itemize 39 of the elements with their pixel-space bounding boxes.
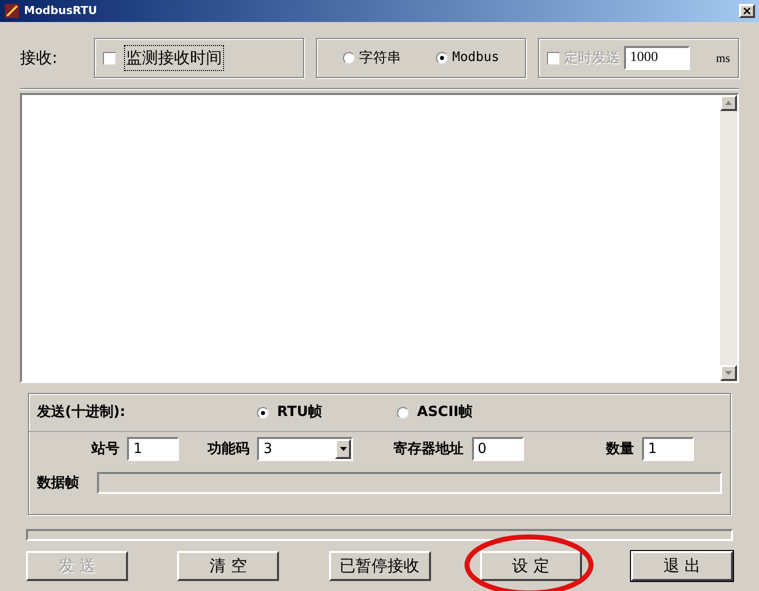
window-title: ModbusRTU [24, 2, 98, 19]
input-field[interactable]: 1 [642, 437, 694, 461]
radio-button[interactable] [436, 52, 448, 64]
radio-label: Modbus [452, 49, 500, 68]
down-arrow-icon [725, 371, 732, 375]
close-button[interactable] [739, 4, 755, 18]
action-button[interactable]: 设 定 [480, 551, 582, 581]
input-field[interactable]: 1 [127, 437, 180, 461]
function-code-dropdown[interactable]: 3 [257, 437, 354, 461]
receive-label: 接收: [20, 47, 58, 69]
data-frame-field[interactable] [97, 472, 722, 494]
radio-button[interactable] [257, 406, 269, 418]
checkbox[interactable] [103, 52, 116, 64]
scrollbar[interactable] [720, 95, 737, 381]
caret-icon [340, 447, 347, 451]
radio-button[interactable] [397, 406, 409, 418]
scroll-down-button[interactable] [720, 365, 737, 381]
field-label: 数量 [606, 440, 634, 458]
dropdown-value: 3 [262, 440, 274, 458]
radio-label: RTU帧 [277, 403, 322, 422]
dropdown-button[interactable] [335, 439, 352, 459]
send-label: 发送(十进制): [37, 403, 126, 422]
up-arrow-icon [725, 101, 732, 105]
action-button[interactable]: 退 出 [631, 551, 733, 581]
unit-label: ms [716, 50, 730, 67]
radio-button[interactable] [342, 52, 355, 64]
input-field[interactable]: 0 [472, 437, 524, 461]
action-button[interactable]: 已暂停接收 [328, 551, 430, 581]
radio-label: ASCII帧 [417, 403, 473, 422]
field-label: 功能码 [207, 440, 250, 458]
field-label: 寄存器地址 [394, 440, 464, 458]
checkbox-label: 监测接收时间 [124, 45, 224, 71]
close-icon [743, 7, 751, 15]
field-label: 站号 [91, 440, 120, 458]
app-icon [4, 3, 20, 19]
radio-label: 字符串 [358, 48, 401, 68]
data-frame-label: 数据帧 [37, 474, 80, 492]
action-button[interactable]: 清 空 [177, 551, 280, 581]
scroll-up-button[interactable] [720, 95, 737, 111]
